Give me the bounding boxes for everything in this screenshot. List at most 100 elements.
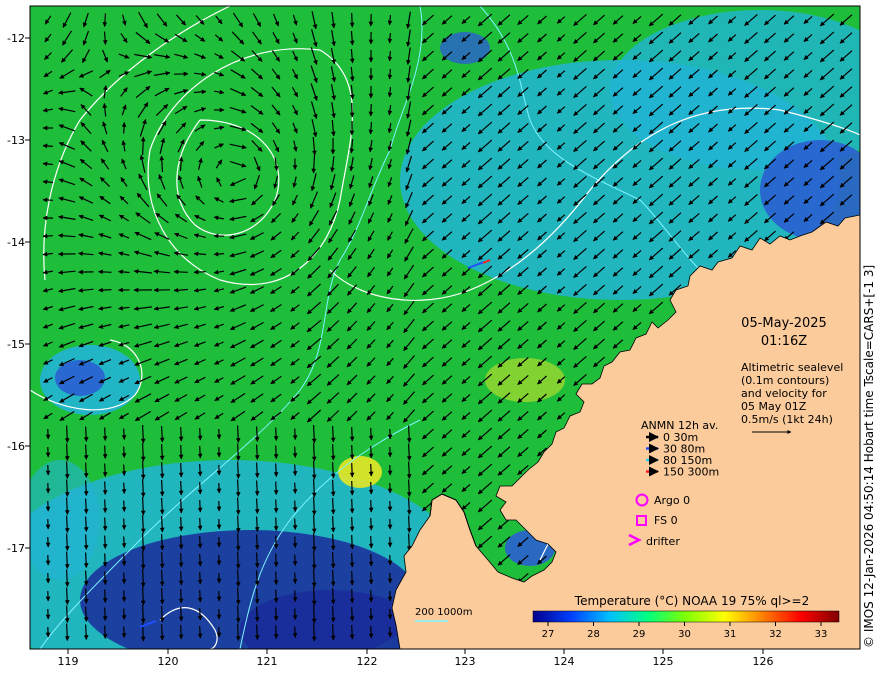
velocity-arrow-icon [197,517,203,531]
velocity-arrow-icon [273,481,279,495]
velocity-arrow-icon [83,534,89,550]
velocity-arrow-icon [349,12,355,28]
velocity-arrow-icon [406,479,412,497]
velocity-arrow-icon [83,480,89,496]
velocity-arrow-icon [235,623,241,641]
velocity-arrow-icon [197,499,203,513]
velocity-arrow-icon [387,68,393,80]
colorbar-tick-label: 32 [769,629,782,640]
cool-water-patch [30,460,100,580]
velocity-arrow-icon [121,626,127,638]
velocity-arrow-icon [273,625,279,639]
velocity-arrow-icon [254,624,260,640]
velocity-arrow-icon [254,426,260,442]
velocity-arrow-icon [330,461,336,479]
velocity-arrow-icon [254,570,260,586]
velocity-arrow-icon [178,498,184,514]
velocity-arrow-icon [178,444,184,460]
velocity-arrow-icon [193,269,207,275]
velocity-arrow-icon [64,551,70,569]
velocity-arrow-icon [273,427,279,441]
velocity-arrow-icon [330,443,336,461]
velocity-arrow-icon [311,496,317,516]
velocity-arrow-icon [273,517,279,531]
velocity-arrow-icon [83,606,89,622]
velocity-arrow-icon [311,550,317,570]
velocity-arrow-icon [311,586,317,606]
velocity-arrow-icon [140,478,146,498]
velocity-arrow-icon [235,587,241,605]
velocity-arrow-icon [254,462,260,478]
velocity-arrow-icon [387,50,393,62]
velocity-arrow-icon [178,606,184,622]
velocity-arrow-icon [235,497,241,515]
velocity-arrow-icon [159,587,165,605]
velocity-arrow-icon [140,442,146,462]
velocity-arrow-icon [273,499,279,513]
velocity-arrow-icon [64,479,70,497]
lon-tick-label: 121 [257,655,278,668]
velocity-arrow-icon [349,606,355,622]
velocity-arrow-icon [197,607,203,621]
velocity-arrow-icon [42,233,54,239]
velocity-arrow-icon [311,460,317,480]
velocity-arrow-icon [292,572,298,584]
velocity-arrow-icon [368,463,374,477]
velocity-arrow-icon [292,518,298,530]
velocity-arrow-icon [42,143,54,149]
velocity-arrow-icon [406,425,412,443]
velocity-arrow-icon [83,462,89,478]
velocity-arrow-icon [273,463,279,477]
velocity-arrow-icon [64,497,70,515]
velocity-arrow-icon [292,428,298,440]
velocity-arrow-icon [178,588,184,604]
colorbar-tick-label: 31 [724,629,737,640]
velocity-arrow-icon [159,533,165,551]
velocity-arrow-icon [98,287,112,293]
velocity-arrow-icon [311,514,317,534]
velocity-arrow-icon [83,426,89,442]
velocity-arrow-icon [197,589,203,603]
velocity-arrow-icon [197,571,203,585]
velocity-arrow-icon [64,605,70,623]
velocity-arrow-icon [102,535,108,549]
velocity-arrow-icon [292,500,298,512]
velocity-arrow-icon [292,482,298,494]
velocity-arrow-icon [140,514,146,534]
velocity-arrow-icon [178,624,184,640]
velocity-arrow-icon [102,607,108,621]
longitude-axis: 119 120 121 122 123 124 125 126 [58,649,774,668]
velocity-arrow-icon [349,624,355,640]
colorbar-ramp [532,610,840,623]
velocity-arrow-icon [64,515,70,533]
velocity-arrow-icon [102,445,108,459]
velocity-arrow-icon [121,572,127,584]
velocity-arrow-icon [254,480,260,496]
velocity-arrow-icon [121,446,127,458]
lon-tick-label: 120 [158,655,179,668]
velocity-arrow-icon [64,443,70,461]
velocity-arrow-icon [254,498,260,514]
velocity-arrow-icon [311,424,317,444]
lat-tick-label: -12 [7,32,25,45]
depth-bin-label: 150 300m [663,466,719,479]
velocity-arrow-icon [159,461,165,479]
velocity-arrow-icon [178,516,184,532]
lat-tick-label: -13 [7,134,25,147]
velocity-arrow-icon [64,569,70,587]
velocity-arrow-icon [273,535,279,549]
lat-tick-label: -15 [7,338,25,351]
velocity-arrow-icon [140,460,146,480]
velocity-arrow-icon [349,588,355,604]
velocity-arrow-icon [368,589,374,603]
lon-tick-label: 124 [554,655,575,668]
velocity-arrow-icon [102,625,108,639]
lon-tick-label: 123 [455,655,476,668]
velocity-arrow-icon [140,550,146,570]
velocity-arrow-icon [330,515,336,533]
drifter-label: drifter [646,535,680,548]
velocity-arrow-icon [121,500,127,512]
velocity-arrow-icon [140,496,146,516]
velocity-arrow-icon [197,463,203,477]
colorbar-tick-label: 28 [587,629,600,640]
